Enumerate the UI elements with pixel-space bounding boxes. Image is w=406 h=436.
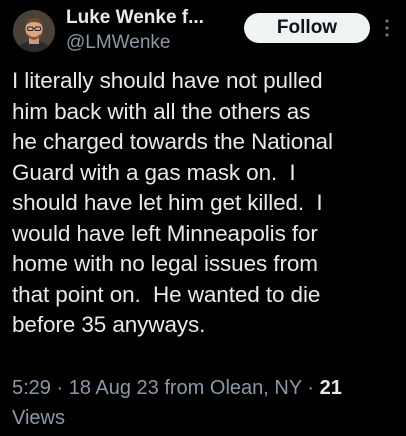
- timestamp-location[interactable]: 5:29 · 18 Aug 23 from Olean, NY ·: [12, 377, 320, 399]
- tweet-text: I literally should have not pulled him b…: [12, 68, 333, 337]
- views-count: 21: [319, 377, 342, 399]
- views-label: Views: [12, 407, 65, 429]
- display-name[interactable]: Luke Wenke f...: [66, 6, 246, 30]
- follow-button[interactable]: Follow: [244, 13, 370, 43]
- avatar[interactable]: [13, 10, 55, 52]
- profile-photo-icon: [13, 10, 55, 52]
- tweet-metadata: 5:29 · 18 Aug 23 from Olean, NY · 21 View…: [12, 373, 397, 433]
- author-info: Luke Wenke f... @LMWenke: [66, 6, 246, 55]
- user-handle[interactable]: @LMWenke: [66, 31, 246, 55]
- tweet-card: Luke Wenke f... @LMWenke Follow I litera…: [0, 0, 406, 436]
- vertical-ellipsis-icon[interactable]: [383, 18, 391, 38]
